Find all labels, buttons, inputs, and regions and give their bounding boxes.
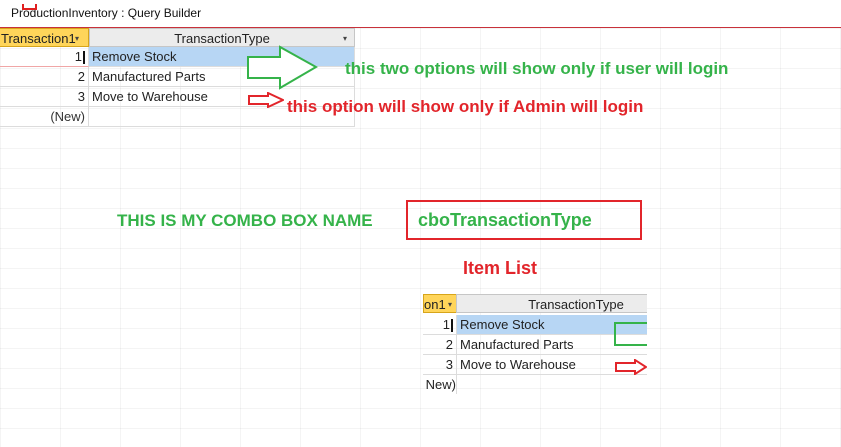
- column-header-label: TransactionType: [528, 297, 624, 312]
- new-row-id-cell[interactable]: (New): [0, 107, 89, 127]
- table-row-id-cell[interactable]: 3: [0, 87, 89, 107]
- column-header-label: Transaction1: [1, 31, 76, 46]
- table-row-id-cell[interactable]: 1: [423, 315, 457, 335]
- column-header-transaction1[interactable]: Transaction1 ▾: [0, 28, 89, 47]
- column-header-transactiontype[interactable]: TransactionType: [456, 294, 647, 313]
- dropdown-arrow-icon[interactable]: ▾: [75, 29, 79, 48]
- column-header-label: on1: [424, 297, 446, 312]
- column-header-label: TransactionType: [174, 31, 270, 46]
- table-row-id-cell[interactable]: 1: [0, 47, 89, 67]
- green-arrow-icon: [247, 45, 318, 90]
- table-row-id-cell[interactable]: 2: [0, 67, 89, 87]
- combo-box-name: cboTransactionType: [418, 210, 592, 230]
- combo-box-label: THIS IS MY COMBO BOX NAME: [117, 211, 373, 230]
- new-row-id-cell[interactable]: New): [423, 375, 457, 394]
- admin-login-note: this option will show only if Admin will…: [287, 97, 644, 116]
- text-cursor: [451, 319, 453, 333]
- column-header-transaction1[interactable]: on1 ▾: [423, 294, 457, 313]
- dropdown-arrow-icon[interactable]: ▾: [343, 29, 347, 48]
- title-highlight-mark: [22, 4, 37, 10]
- red-arrow-icon: [615, 359, 647, 375]
- green-arrow-icon: [614, 322, 647, 346]
- red-arrow-icon: [248, 92, 284, 108]
- new-row-type-cell[interactable]: [457, 375, 647, 394]
- title-bar: ProductionInventory : Query Builder: [0, 0, 841, 28]
- window-title: ProductionInventory : Query Builder: [11, 6, 202, 20]
- user-login-note: this two options will show only if user …: [345, 59, 729, 78]
- item-list-heading: Item List: [463, 258, 538, 278]
- table-row-id-cell[interactable]: 3: [423, 355, 457, 375]
- dropdown-arrow-icon[interactable]: ▾: [448, 295, 452, 314]
- text-cursor: [83, 51, 85, 65]
- table-row-id-cell[interactable]: 2: [423, 335, 457, 355]
